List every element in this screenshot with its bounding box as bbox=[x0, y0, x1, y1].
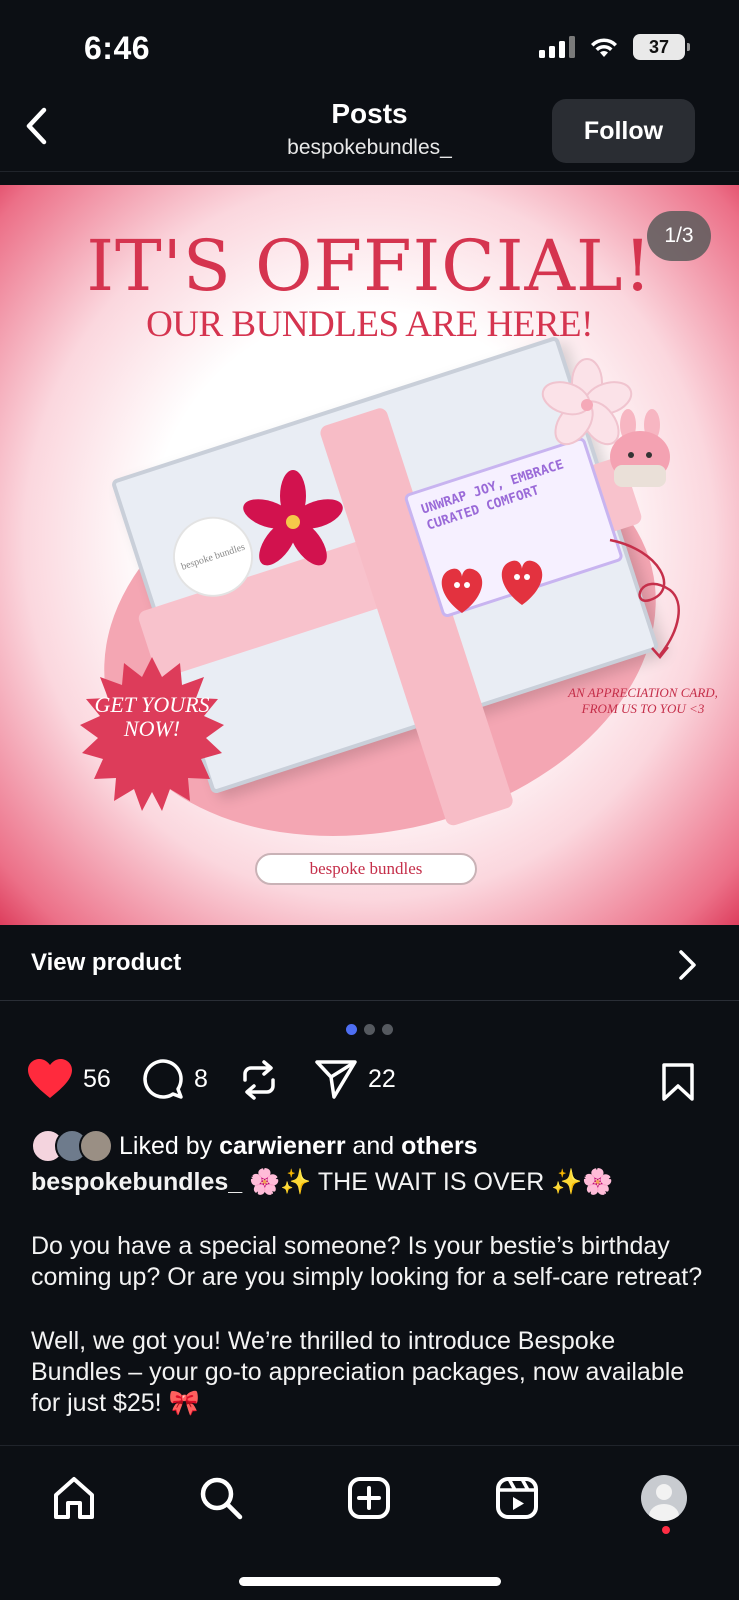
carousel-dot-active bbox=[346, 1024, 357, 1035]
nav-search[interactable] bbox=[191, 1468, 251, 1528]
brand-pill: bespoke bundles bbox=[255, 853, 477, 885]
header: Posts bespokebundles_ Follow bbox=[0, 92, 739, 172]
repost-icon bbox=[243, 1060, 275, 1100]
liked-by-and: and bbox=[352, 1131, 395, 1160]
profile-avatar bbox=[641, 1475, 687, 1521]
caption-paragraph: Do you have a special someone? Is your b… bbox=[31, 1232, 703, 1291]
status-bar: 6:46 37 bbox=[0, 0, 739, 92]
repost-action[interactable] bbox=[240, 1058, 278, 1102]
heart-filled-icon bbox=[28, 1059, 72, 1098]
liked-by-text: Liked by carwienerr and others bbox=[119, 1132, 478, 1161]
comment-icon bbox=[143, 1059, 183, 1099]
chevron-right-icon bbox=[679, 950, 696, 980]
liker-avatars bbox=[31, 1129, 113, 1163]
image-headline: IT'S OFFICIAL! bbox=[86, 225, 653, 307]
nav-home[interactable] bbox=[44, 1468, 104, 1528]
view-product-label: View product bbox=[31, 948, 182, 976]
nav-reels[interactable] bbox=[487, 1468, 547, 1528]
home-icon bbox=[54, 1477, 94, 1519]
hearts-illustration bbox=[441, 560, 543, 613]
image-subheadline: OUR BUNDLES ARE HERE! bbox=[146, 304, 593, 345]
bookmark-icon bbox=[662, 1063, 694, 1101]
caption-username[interactable]: bespokebundles_ bbox=[31, 1168, 242, 1196]
avatar bbox=[79, 1129, 113, 1163]
wifi-icon bbox=[591, 38, 617, 57]
page-indicator: 1/3 bbox=[647, 211, 711, 261]
share-count: 22 bbox=[368, 1064, 396, 1093]
home-indicator bbox=[239, 1577, 501, 1586]
view-product-row[interactable]: View product bbox=[0, 925, 739, 1001]
caption-first-line: 🌸✨ THE WAIT IS OVER ✨🌸 bbox=[249, 1168, 614, 1196]
save-button[interactable] bbox=[661, 1062, 695, 1107]
status-icons: 37 bbox=[539, 34, 690, 60]
carousel-dots bbox=[0, 1024, 739, 1035]
status-time: 6:46 bbox=[84, 30, 151, 66]
nav-profile[interactable] bbox=[634, 1468, 694, 1528]
appreciation-note: AN APPRECIATION CARD, FROM US TO YOU <3 bbox=[568, 685, 718, 716]
liked-by-row[interactable]: Liked by carwienerr and others bbox=[31, 1128, 478, 1164]
curly-arrow-icon bbox=[609, 538, 680, 659]
liked-by-user[interactable]: carwienerr bbox=[219, 1132, 345, 1160]
carousel-dot bbox=[364, 1024, 375, 1035]
bottom-nav bbox=[0, 1445, 739, 1600]
comment-action[interactable]: 8 bbox=[142, 1058, 208, 1100]
comment-count: 8 bbox=[194, 1064, 208, 1093]
burst-text: GET YOURS NOW! bbox=[94, 692, 210, 742]
reels-icon bbox=[496, 1477, 538, 1519]
post-image[interactable]: IT'S OFFICIAL! OUR BUNDLES ARE HERE! bes… bbox=[0, 185, 739, 925]
carousel-dot bbox=[382, 1024, 393, 1035]
follow-button[interactable]: Follow bbox=[552, 99, 695, 163]
like-action[interactable]: 56 bbox=[27, 1058, 111, 1100]
action-bar: 56 8 22 bbox=[0, 1058, 739, 1106]
nav-create[interactable] bbox=[339, 1468, 399, 1528]
post-caption: bespokebundles_ 🌸✨ THE WAIT IS OVER ✨🌸 D… bbox=[31, 1167, 711, 1452]
search-icon bbox=[200, 1477, 243, 1520]
signal-icon bbox=[539, 36, 575, 58]
send-icon bbox=[315, 1060, 357, 1099]
flower-icon bbox=[243, 470, 343, 566]
create-icon bbox=[348, 1477, 390, 1519]
notification-dot bbox=[662, 1526, 670, 1534]
battery-icon: 37 bbox=[633, 34, 690, 60]
liked-by-others[interactable]: others bbox=[401, 1132, 477, 1160]
caption-paragraph: Well, we got you! We’re thrilled to intr… bbox=[31, 1327, 685, 1417]
share-action[interactable]: 22 bbox=[314, 1058, 396, 1100]
like-count: 56 bbox=[83, 1064, 111, 1093]
liked-by-prefix: Liked by bbox=[119, 1131, 213, 1160]
crochet-bunny-icon bbox=[610, 409, 670, 487]
